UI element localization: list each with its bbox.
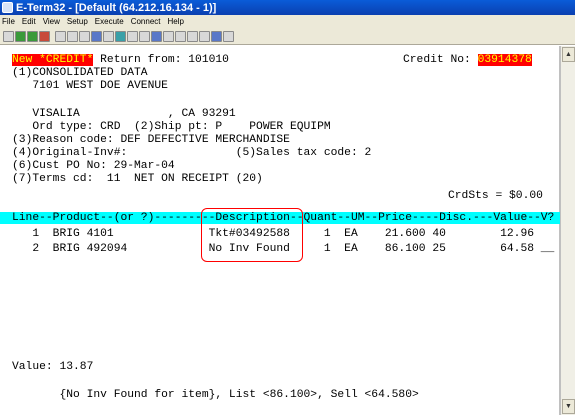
copy-icon[interactable] — [67, 30, 78, 42]
keyboard-icon[interactable] — [103, 30, 114, 42]
ord-type-line: Ord type: CRD (2)Ship pt: P POWER EQUIPM — [12, 121, 331, 133]
city-line: VISALIA , CA 93291 — [12, 108, 236, 120]
credit-no-value: 03914378 — [477, 54, 532, 66]
menu-execute[interactable]: Execute — [95, 17, 124, 26]
paste-icon[interactable] — [79, 30, 90, 42]
scroll-up-icon[interactable]: ▲ — [562, 47, 575, 62]
menu-connect[interactable]: Connect — [131, 17, 161, 26]
original-inv-line: (4)Original-Inv#: (5)Sales tax code: 2 — [12, 147, 372, 159]
cust-po-line: (6)Cust PO No: 29-Mar-04 — [12, 160, 175, 172]
settings-icon[interactable] — [151, 30, 162, 42]
connect-icon[interactable] — [15, 30, 26, 42]
vertical-scrollbar[interactable]: ▲ ▼ — [560, 46, 575, 415]
grid-icon[interactable] — [139, 30, 150, 42]
context-help-icon[interactable] — [223, 30, 234, 42]
menu-edit[interactable]: Edit — [22, 17, 36, 26]
help-icon[interactable] — [211, 30, 222, 42]
toolbar — [0, 28, 575, 45]
record-icon[interactable] — [187, 30, 198, 42]
scroll-down-icon[interactable]: ▼ — [562, 399, 575, 414]
new-credit-badge: New *CREDIT* — [12, 54, 94, 66]
menu-file[interactable]: File — [2, 17, 15, 26]
customer-name: (1)CONSOLIDATED DATA — [12, 67, 148, 79]
menu-view[interactable]: View — [43, 17, 60, 26]
return-from-text: Return from: 101010 — [93, 54, 229, 66]
stop-icon[interactable] — [39, 30, 50, 42]
reason-code-line: (3)Reason code: DEF DEFECTIVE MERCHANDIS… — [12, 134, 290, 146]
menu-bar: File Edit View Setup Execute Connect Hel… — [0, 15, 575, 28]
credit-no-line: Credit No: 03914378 — [403, 54, 532, 66]
font-icon[interactable] — [127, 30, 138, 42]
app-icon — [2, 2, 13, 13]
window-title: E-Term32 - [Default (64.212.16.134 - 1)] — [16, 1, 217, 14]
credit-no-label: Credit No: — [403, 54, 478, 66]
print-icon[interactable] — [55, 30, 66, 42]
header-line: New *CREDIT* Return from: 101010 — [12, 54, 229, 66]
title-bar: E-Term32 - [Default (64.212.16.134 - 1)] — [0, 0, 575, 15]
description-callout-highlight — [201, 208, 303, 262]
disconnect-icon[interactable] — [3, 30, 14, 42]
refresh-icon[interactable] — [27, 30, 38, 42]
file-transfer-icon[interactable] — [163, 30, 174, 42]
status-line: {No Inv Found for item}, List <86.100>, … — [12, 389, 419, 401]
capture-icon[interactable] — [91, 30, 102, 42]
screen-icon[interactable] — [115, 30, 126, 42]
play-icon[interactable] — [199, 30, 210, 42]
macro-icon[interactable] — [175, 30, 186, 42]
total-value-line: Value: 13.87 — [12, 361, 94, 373]
credit-status-line: CrdSts = $0.00 — [448, 190, 543, 202]
address-line: 7101 WEST DOE AVENUE — [12, 80, 168, 92]
menu-setup[interactable]: Setup — [67, 17, 88, 26]
menu-help[interactable]: Help — [168, 17, 184, 26]
terms-line: (7)Terms cd: 11 NET ON RECEIPT (20) — [12, 173, 263, 185]
